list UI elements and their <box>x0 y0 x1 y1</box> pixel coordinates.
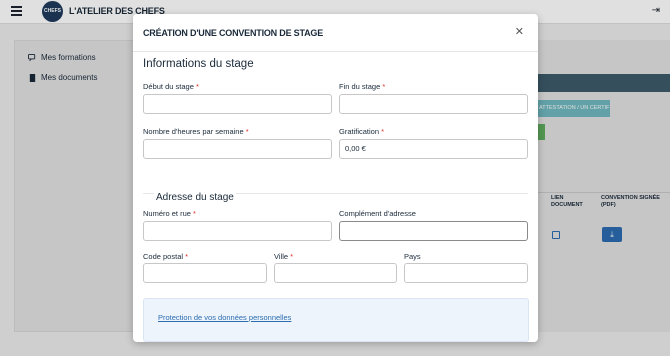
section-title-address: Adresse du stage <box>154 192 236 203</box>
gratification-label: Gratification * <box>339 127 385 136</box>
section-title-info: Informations du stage <box>143 58 254 70</box>
hours-per-week-label: Nombre d'heures par semaine * <box>143 127 249 136</box>
address-complement-field[interactable] <box>339 221 528 241</box>
privacy-notice: Protection de vos données personnelles <box>143 298 529 342</box>
city-field[interactable] <box>274 263 397 283</box>
modal-title: CRÉATION D'UNE CONVENTION DE STAGE <box>143 28 324 38</box>
gratification-field[interactable]: 0,00 € <box>339 139 528 159</box>
postal-code-label: Code postal * <box>143 252 189 261</box>
postal-code-field[interactable] <box>143 263 267 283</box>
internship-convention-modal: CRÉATION D'UNE CONVENTION DE STAGE ✕ Inf… <box>133 14 538 342</box>
end-date-label: Fin du stage * <box>339 82 386 91</box>
close-icon[interactable]: ✕ <box>515 27 524 38</box>
modal-header: CRÉATION D'UNE CONVENTION DE STAGE ✕ <box>133 14 538 52</box>
country-field[interactable] <box>404 263 528 283</box>
country-label: Pays <box>404 252 421 261</box>
street-field[interactable] <box>143 221 332 241</box>
end-date-field[interactable] <box>339 94 528 114</box>
privacy-link[interactable]: Protection de vos données personnelles <box>158 313 291 322</box>
start-date-label: Début du stage * <box>143 82 199 91</box>
start-date-field[interactable] <box>143 94 332 114</box>
address-complement-label: Complément d'adresse <box>339 209 416 218</box>
city-label: Ville * <box>274 252 294 261</box>
street-label: Numéro et rue * <box>143 209 196 218</box>
hours-per-week-field[interactable] <box>143 139 332 159</box>
